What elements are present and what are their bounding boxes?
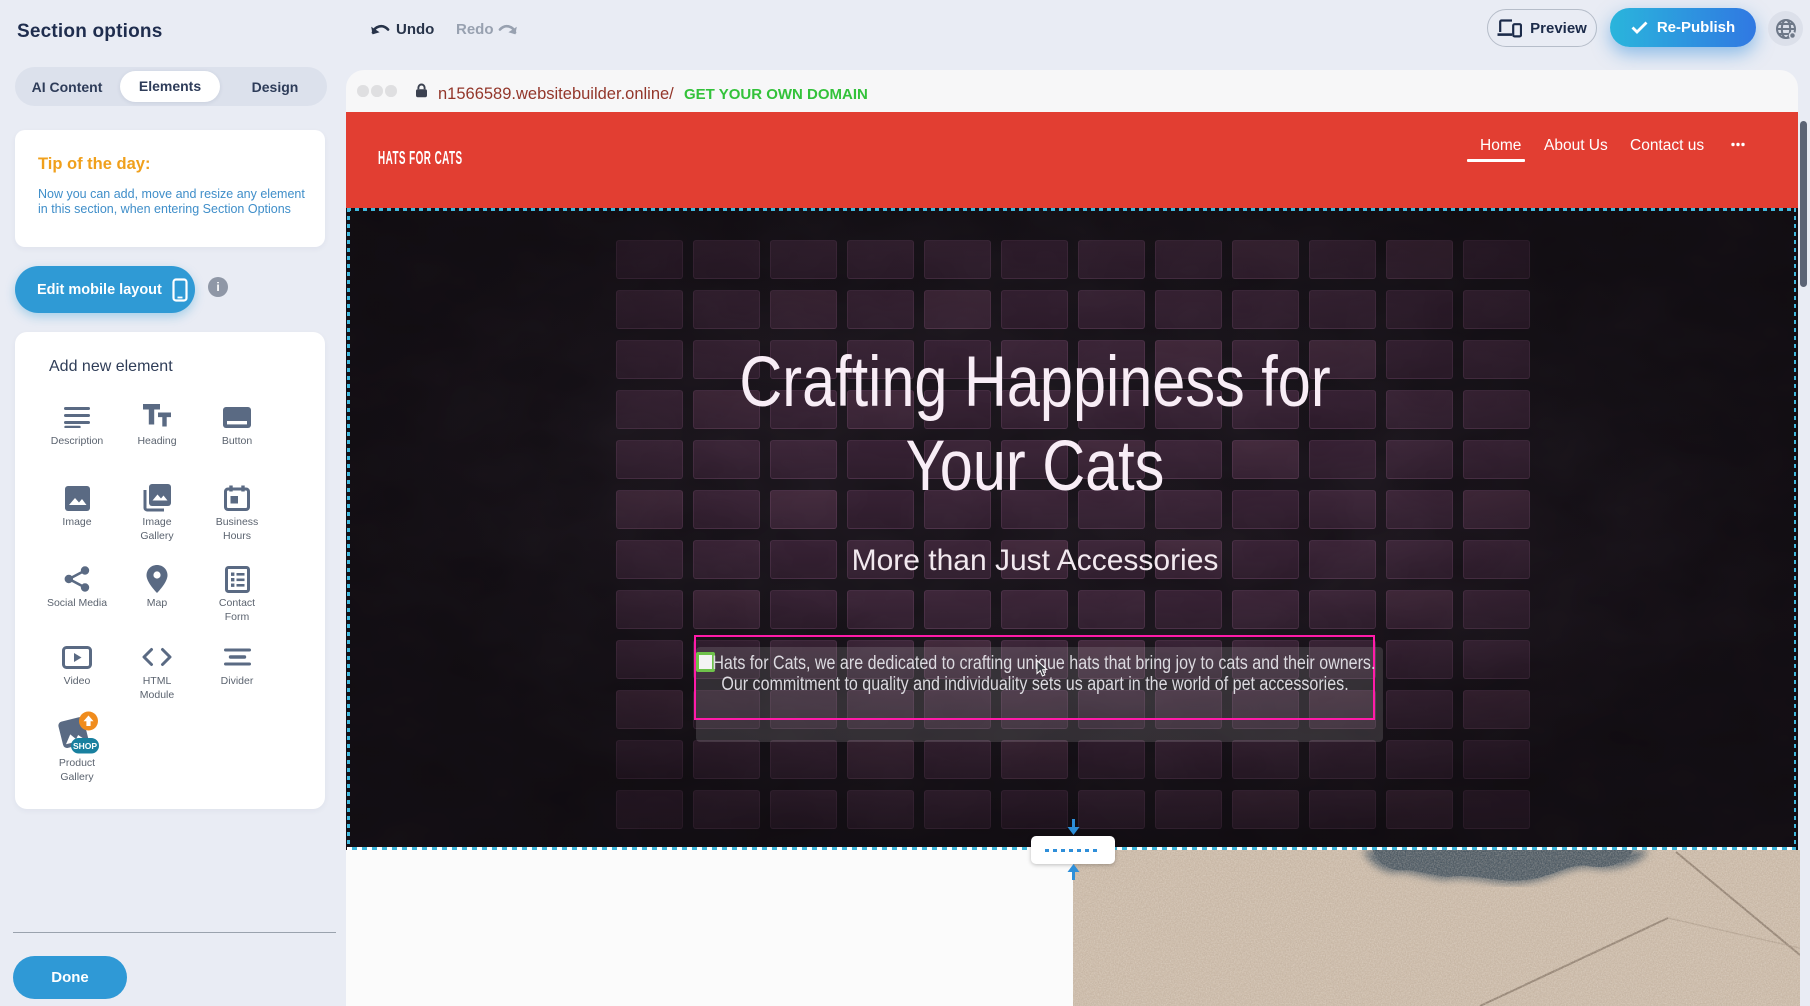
svg-text:SHOP: SHOP — [73, 741, 97, 751]
